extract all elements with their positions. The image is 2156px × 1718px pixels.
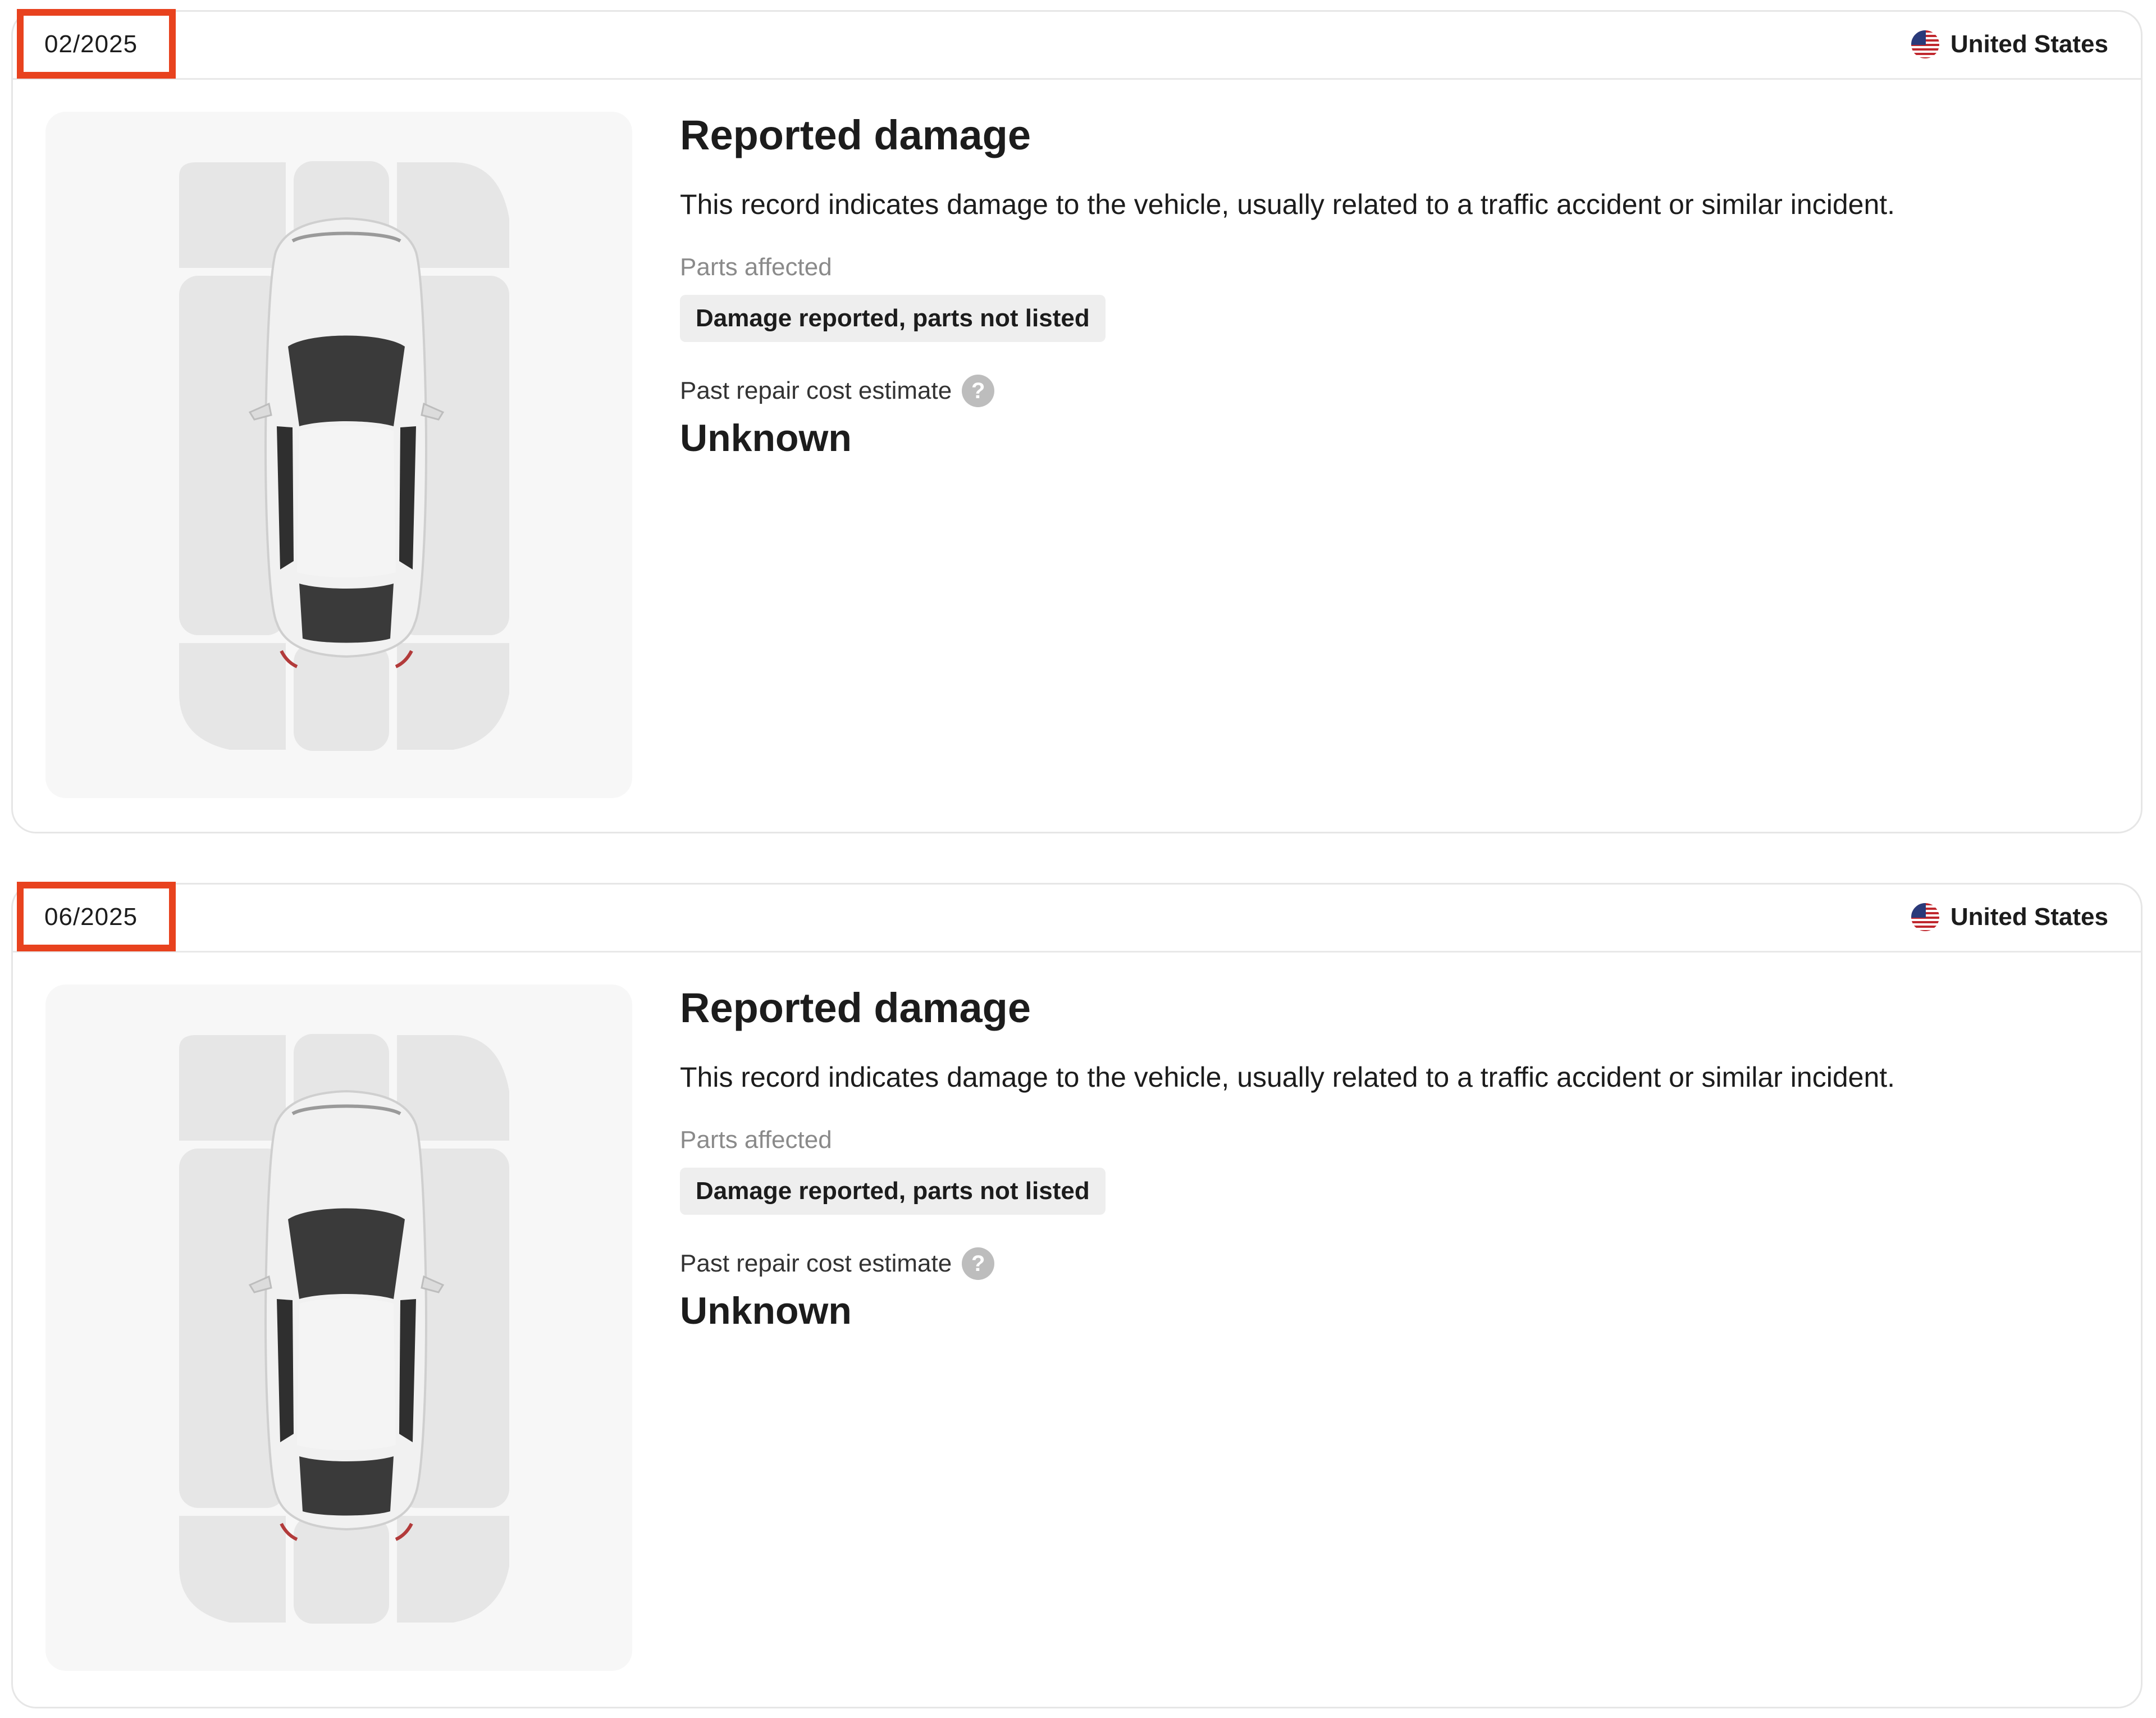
repair-cost-row: Past repair cost estimate ? <box>680 1247 2107 1280</box>
vehicle-damage-diagram <box>45 112 632 798</box>
parts-affected-chip: Damage reported, parts not listed <box>680 295 1106 342</box>
repair-cost-label: Past repair cost estimate <box>680 377 952 404</box>
record-country: United States <box>1910 28 2108 61</box>
record-title: Reported damage <box>680 985 1031 1031</box>
repair-cost-value: Unknown <box>680 417 852 459</box>
record-details: Reported damage This record indicates da… <box>680 980 2107 1336</box>
vehicle-damage-diagram <box>45 985 632 1671</box>
parts-affected-label: Parts affected <box>680 1126 832 1154</box>
record-description: This record indicates damage to the vehi… <box>680 189 1895 220</box>
country-name: United States <box>1950 30 2108 58</box>
car-top-view-diagram <box>45 112 632 798</box>
parts-affected-label: Parts affected <box>680 253 832 281</box>
record-title: Reported damage <box>680 112 1031 158</box>
card-header: 02/2025 United States <box>13 9 2141 80</box>
record-date: 06/2025 <box>44 903 138 931</box>
question-circle-icon[interactable]: ? <box>962 375 995 407</box>
us-flag-icon <box>1911 903 1939 931</box>
question-circle-icon[interactable]: ? <box>962 1247 995 1280</box>
card-header: 06/2025 United States <box>13 882 2141 953</box>
record-date: 02/2025 <box>44 30 138 58</box>
country-name: United States <box>1950 903 2108 931</box>
record-country: United States <box>1910 900 2108 934</box>
car-top-view-diagram <box>45 985 632 1671</box>
damage-record-card: 06/2025 United States Reported damage Th… <box>11 882 2143 1708</box>
record-description: This record indicates damage to the vehi… <box>680 1061 1895 1093</box>
repair-cost-row: Past repair cost estimate ? <box>680 375 2107 407</box>
record-details: Reported damage This record indicates da… <box>680 107 2107 463</box>
damage-record-card: 02/2025 United States Reported damage Th… <box>11 9 2143 833</box>
us-flag-icon <box>1911 30 1939 58</box>
repair-cost-value: Unknown <box>680 1289 852 1332</box>
parts-affected-chip: Damage reported, parts not listed <box>680 1168 1106 1215</box>
repair-cost-label: Past repair cost estimate <box>680 1250 952 1277</box>
